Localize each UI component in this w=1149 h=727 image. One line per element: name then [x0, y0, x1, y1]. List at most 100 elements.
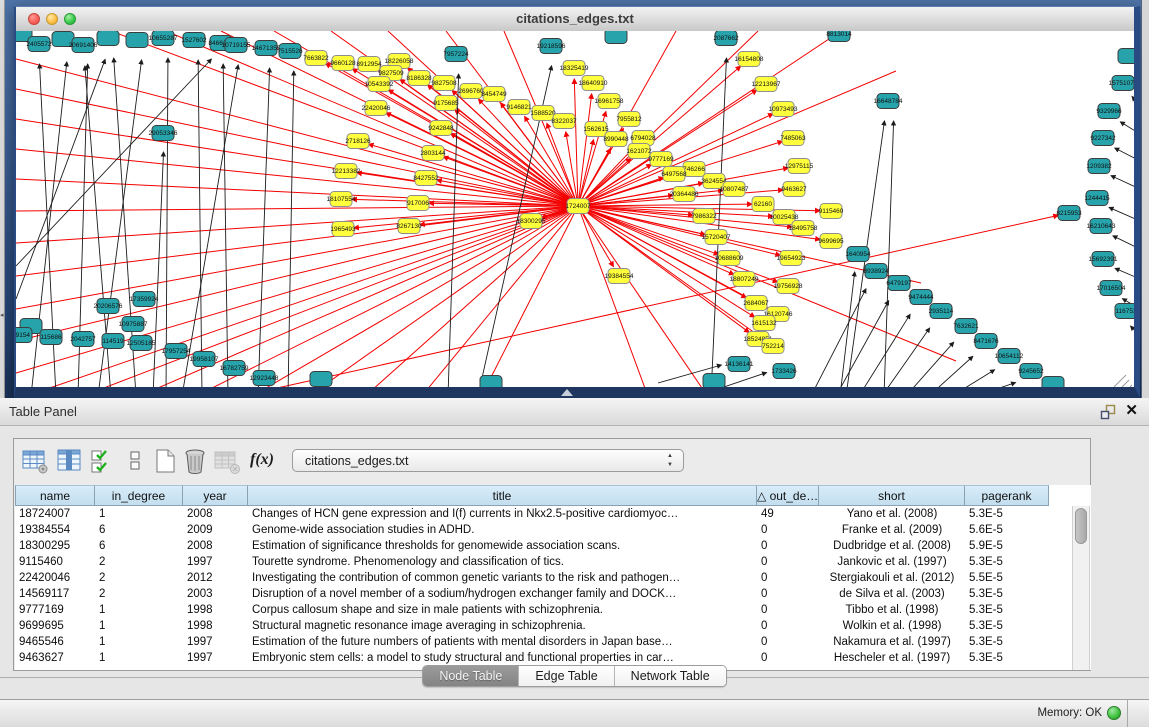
graph-node[interactable]: 8427552	[413, 171, 439, 186]
table-cell-pagerank[interactable]: 5.3E-5	[965, 506, 1049, 522]
table-cell-pagerank[interactable]: 5.6E-5	[965, 522, 1049, 538]
table-cell-title[interactable]: Genome-wide association studies in ADHD.	[248, 522, 757, 538]
graph-node[interactable]: 917006	[407, 196, 429, 211]
graph-node[interactable]: 6497568	[661, 167, 687, 182]
show-columns-icon[interactable]	[54, 446, 84, 476]
table-cell-in_degree[interactable]: 1	[95, 650, 183, 666]
graph-node[interactable]: 10807487	[720, 182, 749, 197]
graph-node[interactable]: 9777169	[648, 152, 674, 167]
graph-node[interactable]: 9242848	[428, 121, 454, 136]
graph-node[interactable]: 15720407	[702, 230, 731, 245]
graph-node[interactable]: 1733426	[771, 364, 797, 379]
table-cell-out_de[interactable]: 0	[757, 570, 819, 586]
graph-node[interactable]: 9146821	[506, 100, 532, 115]
edge[interactable]	[223, 64, 228, 387]
graph-node[interactable]: 1615132	[751, 316, 777, 331]
column-header-out_de[interactable]: △ out_de…	[757, 485, 819, 506]
table-cell-short[interactable]: Stergiakouli et al. (2012)	[819, 570, 965, 586]
edge[interactable]	[1113, 236, 1134, 249]
graph-node[interactable]: 10543392	[365, 77, 394, 92]
column-header-year[interactable]: year	[183, 485, 248, 506]
graph-node[interactable]: 20691406	[69, 38, 98, 53]
table-row[interactable]: 969969511998Structural magnetic resonanc…	[15, 618, 1073, 634]
graph-node[interactable]: 10973493	[769, 102, 798, 117]
column-header-pagerank[interactable]: pagerank	[965, 485, 1049, 506]
column-header-title[interactable]: title	[248, 485, 757, 506]
close-panel-icon[interactable]: ✕	[1125, 401, 1138, 419]
network-graph-canvas[interactable]: 1724007240557220691406106552871527602846…	[16, 31, 1134, 387]
table-cell-pagerank[interactable]: 5.3E-5	[965, 634, 1049, 650]
graph-node[interactable]: 9474444	[908, 290, 934, 305]
edge-selected[interactable]	[16, 206, 578, 243]
edge[interactable]	[1120, 122, 1134, 134]
graph-node[interactable]: 9827508	[431, 76, 457, 91]
graph-node[interactable]: 1724007	[565, 199, 591, 214]
edge[interactable]	[836, 301, 889, 387]
table-cell-year[interactable]: 1997	[183, 650, 248, 666]
graph-node[interactable]: 19654923	[777, 251, 806, 266]
splitter-handle-icon[interactable]	[561, 389, 573, 396]
table-cell-out_de[interactable]: 0	[757, 618, 819, 634]
graph-node[interactable]: 15692391	[1089, 252, 1118, 267]
graph-node[interactable]: 12213967	[752, 77, 781, 92]
graph-node[interactable]: 7955812	[616, 112, 642, 127]
edge-selected[interactable]	[241, 215, 1058, 387]
edge-selected[interactable]	[578, 140, 593, 206]
table-cell-year[interactable]: 1997	[183, 634, 248, 650]
table-row[interactable]: 946554611997Estimation of the future num…	[15, 634, 1073, 650]
graph-node[interactable]: 19958107	[190, 352, 219, 367]
table-cell-out_de[interactable]: 0	[757, 586, 819, 602]
table-cell-out_de[interactable]: 0	[757, 522, 819, 538]
edge[interactable]	[976, 383, 1016, 387]
table-cell-title[interactable]: Embryonic stem cells: a model to study s…	[248, 650, 757, 666]
table-cell-title[interactable]: Changes of HCN gene expression and I(f) …	[248, 506, 757, 522]
function-builder-icon[interactable]: f(x)	[250, 451, 274, 469]
edge[interactable]	[1115, 268, 1134, 279]
graph-node[interactable]: 22420046	[362, 101, 391, 116]
table-cell-in_degree[interactable]: 2	[95, 586, 183, 602]
edge-selected[interactable]	[41, 206, 578, 387]
table-row[interactable]: 1872400712008Changes of HCN gene express…	[15, 506, 1073, 522]
table-cell-out_de[interactable]: 0	[757, 634, 819, 650]
graph-node[interactable]: 18640910	[579, 76, 608, 91]
edge-selected[interactable]	[578, 206, 704, 387]
edge[interactable]	[198, 60, 202, 387]
table-cell-short[interactable]: de Silva et al. (2003)	[819, 586, 965, 602]
graph-node[interactable]: 1640954	[845, 247, 871, 262]
graph-node[interactable]: 116753	[1115, 304, 1134, 319]
graph-node[interactable]: 2696760	[458, 84, 484, 99]
table-cell-name[interactable]: 9699695	[15, 618, 95, 634]
graph-node[interactable]	[97, 31, 119, 46]
edge[interactable]	[1111, 176, 1134, 189]
table-cell-name[interactable]: 22420046	[15, 570, 95, 586]
graph-node[interactable]: 10655287	[149, 31, 178, 46]
table-cell-short[interactable]: Franke et al. (2009)	[819, 522, 965, 538]
table-cell-year[interactable]: 2012	[183, 570, 248, 586]
tab-network-table[interactable]: Network Table	[615, 666, 726, 686]
graph-node[interactable]: 9660128	[330, 56, 356, 71]
graph-node[interactable]: 8813014	[826, 31, 852, 42]
edge[interactable]	[1131, 326, 1134, 336]
tab-edge-table[interactable]: Edge Table	[519, 666, 614, 686]
table-cell-short[interactable]: Yano et al. (2008)	[819, 506, 965, 522]
graph-node[interactable]: 15751074	[1109, 76, 1134, 91]
table-cell-title[interactable]: Investigating the contribution of common…	[248, 570, 757, 586]
edge-selected[interactable]	[16, 206, 578, 341]
edge-selected[interactable]	[261, 206, 578, 387]
graph-node[interactable]: 10688609	[715, 251, 744, 266]
memory-ok-indicator-icon[interactable]	[1107, 706, 1121, 720]
table-cell-year[interactable]: 2008	[183, 538, 248, 554]
edge[interactable]	[811, 289, 866, 387]
table-cell-title[interactable]: Disruption of a novel member of a sodium…	[248, 586, 757, 602]
edge-selected[interactable]	[578, 94, 592, 206]
table-cell-short[interactable]: Jankovic et al. (1997)	[819, 554, 965, 570]
graph-node[interactable]: 9329966	[1096, 104, 1122, 119]
table-cell-title[interactable]: Estimation of the future numbers of pati…	[248, 634, 757, 650]
table-cell-pagerank[interactable]: 5.3E-5	[965, 602, 1049, 618]
row-height-icon[interactable]	[120, 446, 150, 476]
graph-node[interactable]: 2042757	[70, 332, 96, 347]
graph-node[interactable]: 18325419	[560, 61, 589, 76]
table-row[interactable]: 911546021997Tourette syndrome. Phenomeno…	[15, 554, 1073, 570]
graph-node[interactable]: 8938924	[863, 264, 889, 279]
edge[interactable]	[882, 328, 930, 387]
